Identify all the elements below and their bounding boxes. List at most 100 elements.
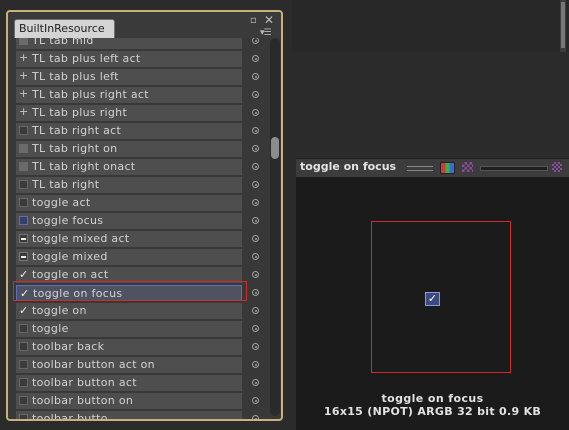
radio-icon[interactable] — [252, 235, 259, 242]
list-item[interactable]: ✓ toggle on focus — [16, 285, 242, 301]
list-item[interactable]: toolbar back — [16, 339, 242, 355]
checkmark-icon: ✓ — [19, 268, 29, 281]
panel-menu-icon[interactable]: ▾☰ — [260, 28, 272, 38]
radio-icon[interactable] — [252, 199, 259, 206]
checkmark-icon: ✓ — [19, 304, 29, 317]
list-item-label: toggle mixed act — [32, 232, 130, 245]
radio-icon[interactable] — [252, 397, 259, 404]
radio-icon[interactable] — [252, 361, 259, 368]
list-item[interactable]: toggle mixed — [16, 249, 242, 265]
scrollbar-thumb[interactable] — [271, 137, 279, 159]
list-item[interactable]: toggle act — [16, 195, 242, 211]
radio-icon[interactable] — [252, 217, 259, 224]
list-item-label: TL tab right on — [32, 142, 118, 155]
checkbox-focus-icon — [19, 216, 28, 225]
list-item[interactable]: TL tab right act — [16, 123, 242, 139]
preview-title: toggle on focus — [300, 160, 397, 173]
list-item[interactable]: + TL tab plus left — [16, 69, 242, 85]
radio-icon[interactable] — [252, 181, 259, 188]
list-item-label: TL tab plus right act — [32, 88, 149, 101]
panel-header: BuiltInResource ▫ ✕ ▾☰ — [8, 12, 281, 38]
alpha-channel-icon[interactable] — [462, 162, 473, 172]
radio-icon[interactable] — [252, 307, 259, 314]
list-item-label: toolbar button on — [32, 394, 134, 407]
radio-icon[interactable] — [252, 145, 259, 152]
square-icon — [19, 38, 28, 45]
list-item[interactable]: TL tab mid — [16, 38, 242, 49]
checkbox-empty-icon — [19, 396, 28, 405]
list-item-label: toggle mixed — [32, 250, 108, 263]
checkbox-empty-icon — [19, 324, 28, 333]
checkbox-empty-icon — [19, 198, 28, 207]
list-item-label: TL tab right onact — [32, 160, 136, 173]
list-item-label: toggle on — [32, 304, 87, 317]
radio-icon[interactable] — [252, 253, 259, 260]
list-item[interactable]: + TL tab plus right act — [16, 87, 242, 103]
square-icon — [19, 162, 28, 171]
resource-list: TL tab mid + TL tab plus left act + TL tab p… — [16, 38, 259, 420]
plus-icon: + — [19, 87, 29, 100]
list-item-label: toggle on act — [32, 268, 109, 281]
radio-icon[interactable] — [252, 415, 259, 419]
list-item[interactable]: TL tab right — [16, 177, 242, 193]
radio-icon[interactable] — [252, 271, 259, 278]
scene-view — [292, 0, 569, 52]
list-item-label: TL tab mid — [32, 38, 94, 47]
checkbox-empty-icon — [19, 180, 28, 189]
preview-frame — [371, 221, 511, 373]
list-item-label: TL tab right — [32, 178, 100, 191]
right-scrollbar-thumb[interactable] — [561, 2, 565, 48]
list-item-label: TL tab plus left act — [32, 52, 141, 65]
checkbox-mixed-icon — [19, 252, 28, 261]
radio-icon[interactable] — [252, 325, 259, 332]
list-item[interactable]: + TL tab plus right — [16, 105, 242, 121]
list-item[interactable]: toolbar button on — [16, 393, 242, 409]
vertical-scrollbar[interactable] — [270, 38, 280, 416]
radio-icon[interactable] — [252, 38, 259, 44]
checkmark-icon: ✓ — [20, 287, 30, 300]
list-item[interactable]: TL tab right on — [16, 141, 242, 157]
radio-icon[interactable] — [252, 127, 259, 134]
list-item-label: toggle on focus — [33, 287, 123, 300]
list-item[interactable]: ✓ toggle on act — [16, 267, 242, 283]
checkbox-empty-icon — [19, 378, 28, 387]
plus-icon: + — [19, 51, 29, 64]
panel-tab[interactable]: BuiltInResource — [14, 19, 115, 38]
square-icon — [19, 144, 28, 153]
checkbox-empty-icon — [19, 342, 28, 351]
radio-icon[interactable] — [252, 109, 259, 116]
checkbox-checked-icon: ✓ — [425, 292, 440, 306]
maximize-icon[interactable]: ▫ — [250, 16, 257, 26]
radio-icon[interactable] — [252, 91, 259, 98]
list-item-label: toggle focus — [32, 214, 104, 227]
list-item[interactable]: ✓ toggle on — [16, 303, 242, 319]
list-item[interactable]: toggle focus — [16, 213, 242, 229]
list-item-label: toggle act — [32, 196, 91, 209]
mip-slider[interactable] — [480, 166, 548, 171]
radio-icon[interactable] — [252, 55, 259, 62]
radio-icon[interactable] — [252, 73, 259, 80]
preview-asset-info: 16x15 (NPOT) ARGB 32 bit 0.9 KB — [323, 405, 542, 418]
list-item[interactable]: toolbar button act — [16, 375, 242, 391]
list-item[interactable]: toggle mixed act — [16, 231, 242, 247]
list-item-label: toolbar button act on — [32, 358, 155, 371]
preview-drag-handle[interactable] — [407, 166, 433, 171]
radio-icon[interactable] — [252, 289, 259, 296]
list-item-label: TL tab plus right — [32, 106, 128, 119]
list-item-label: toolbar button act — [32, 376, 137, 389]
list-item[interactable]: toolbar butto... — [16, 411, 242, 420]
mip-level-icon[interactable] — [552, 162, 562, 172]
list-item[interactable]: TL tab right onact — [16, 159, 242, 175]
radio-icon[interactable] — [252, 163, 259, 170]
list-item-label: toolbar back — [32, 340, 105, 353]
list-item-label: toolbar butto... — [32, 412, 119, 420]
list-item[interactable]: toggle — [16, 321, 242, 337]
radio-icon[interactable] — [252, 343, 259, 350]
plus-icon: + — [19, 69, 29, 82]
list-item[interactable]: toolbar button act on — [16, 357, 242, 373]
rgb-channel-icon[interactable] — [440, 162, 455, 174]
radio-icon[interactable] — [252, 379, 259, 386]
close-icon[interactable]: ✕ — [264, 14, 274, 26]
list-item[interactable]: + TL tab plus left act — [16, 51, 242, 67]
list-item-label: TL tab right act — [32, 124, 122, 137]
